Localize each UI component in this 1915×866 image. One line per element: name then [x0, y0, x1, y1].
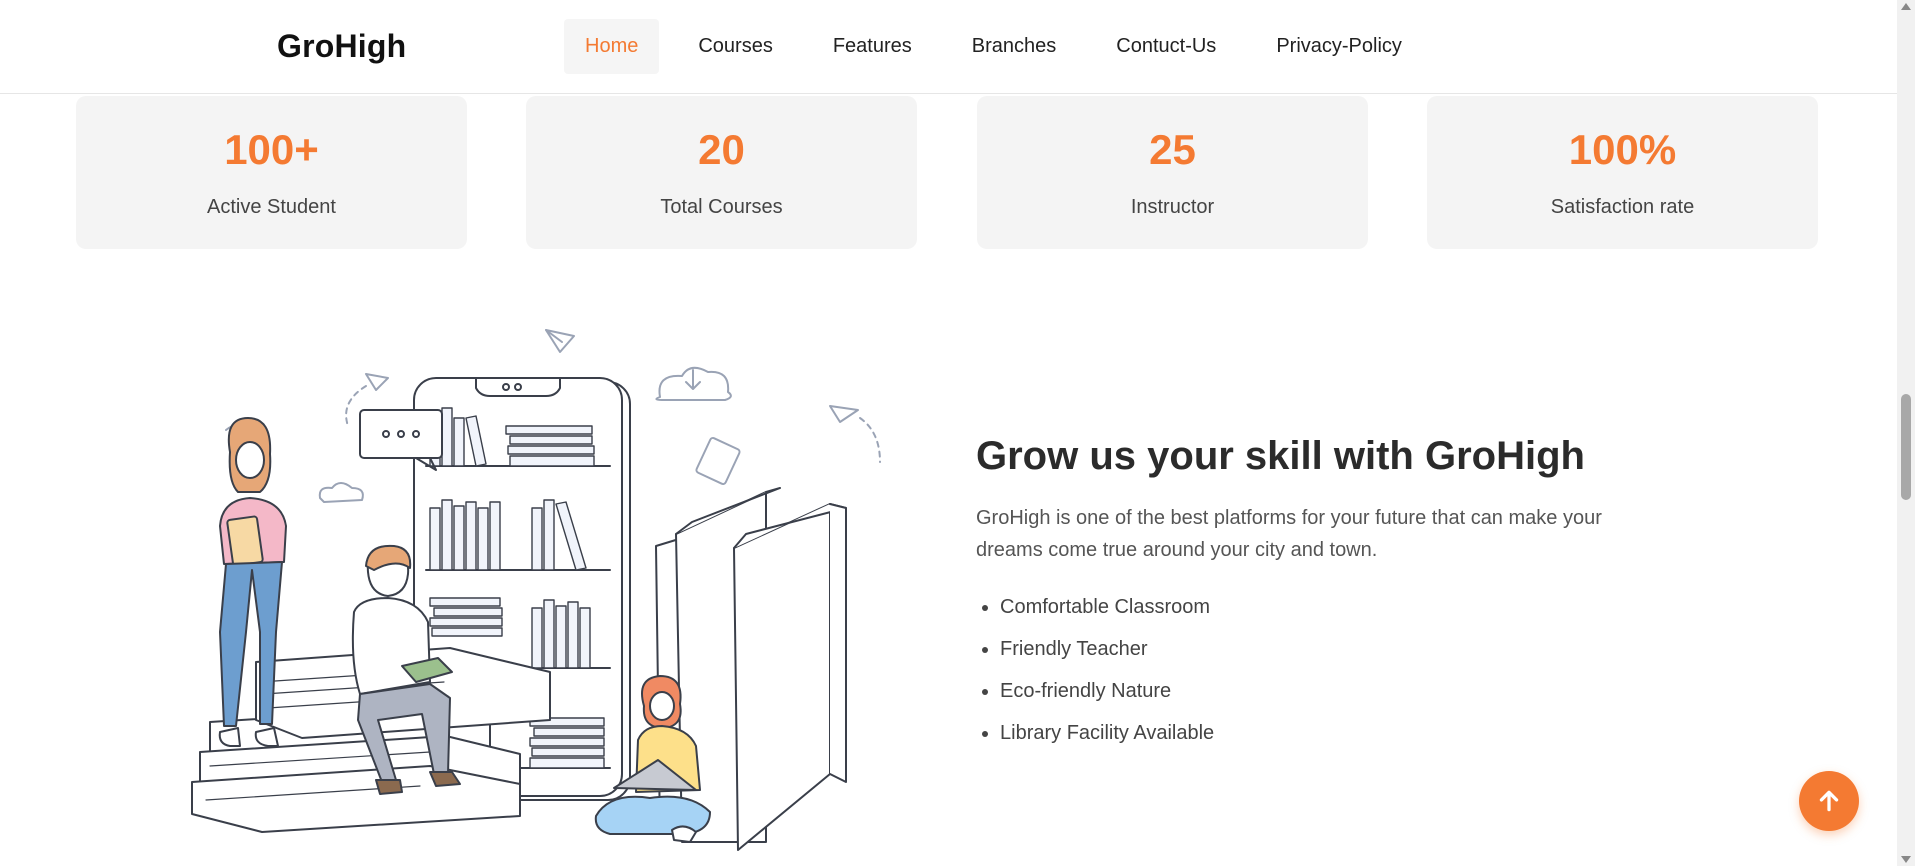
stat-card-instructors: 25 Instructor: [977, 96, 1368, 249]
scroll-down-arrow-icon[interactable]: [1901, 856, 1911, 863]
feature-list: Comfortable Classroom Friendly Teacher E…: [976, 586, 1676, 754]
site-logo[interactable]: GroHigh: [277, 28, 406, 65]
stat-value: 20: [698, 126, 745, 173]
stat-label: Total Courses: [660, 196, 783, 218]
nav-item-branches[interactable]: Branches: [951, 19, 1078, 74]
stat-label: Instructor: [1130, 196, 1215, 218]
nav-item-features[interactable]: Features: [812, 19, 933, 74]
students-library-illustration: [191, 329, 881, 851]
feature-list-item: Comfortable Classroom: [1000, 586, 1676, 628]
stat-value: 100%: [1568, 126, 1677, 173]
stat-card-satisfaction: 100% Satisfaction rate: [1427, 96, 1818, 249]
scroll-up-arrow-icon[interactable]: [1901, 3, 1911, 10]
nav-item-courses[interactable]: Courses: [677, 19, 793, 74]
scroll-to-top-button[interactable]: [1799, 771, 1859, 831]
site-header: GroHigh Home Courses Features Branches C…: [0, 0, 1897, 94]
about-section: Grow us your skill with GroHigh GroHigh …: [976, 430, 1676, 754]
feature-list-item: Friendly Teacher: [1000, 628, 1676, 670]
nav-item-contact[interactable]: Contuct-Us: [1095, 19, 1237, 74]
about-description: GroHigh is one of the best platforms for…: [976, 507, 1602, 561]
stat-value: 25: [1149, 126, 1196, 173]
stat-value: 100+: [224, 126, 319, 173]
scrollbar-thumb[interactable]: [1901, 394, 1911, 500]
stat-label: Satisfaction rate: [1550, 196, 1695, 218]
nav-item-home[interactable]: Home: [564, 19, 660, 74]
page-scrollbar[interactable]: [1897, 0, 1915, 866]
about-heading: Grow us your skill with GroHigh: [976, 434, 1585, 478]
feature-list-item: Library Facility Available: [1000, 712, 1676, 754]
stat-card-total-courses: 20 Total Courses: [526, 96, 917, 249]
main-nav: Home Courses Features Branches Contuct-U…: [564, 19, 1441, 74]
arrow-up-icon: [1819, 790, 1839, 812]
nav-item-privacy-policy[interactable]: Privacy-Policy: [1255, 19, 1423, 74]
stat-label: Active Student: [207, 196, 336, 218]
stat-card-active-students: 100+ Active Student: [76, 96, 467, 249]
feature-list-item: Eco-friendly Nature: [1000, 670, 1676, 712]
